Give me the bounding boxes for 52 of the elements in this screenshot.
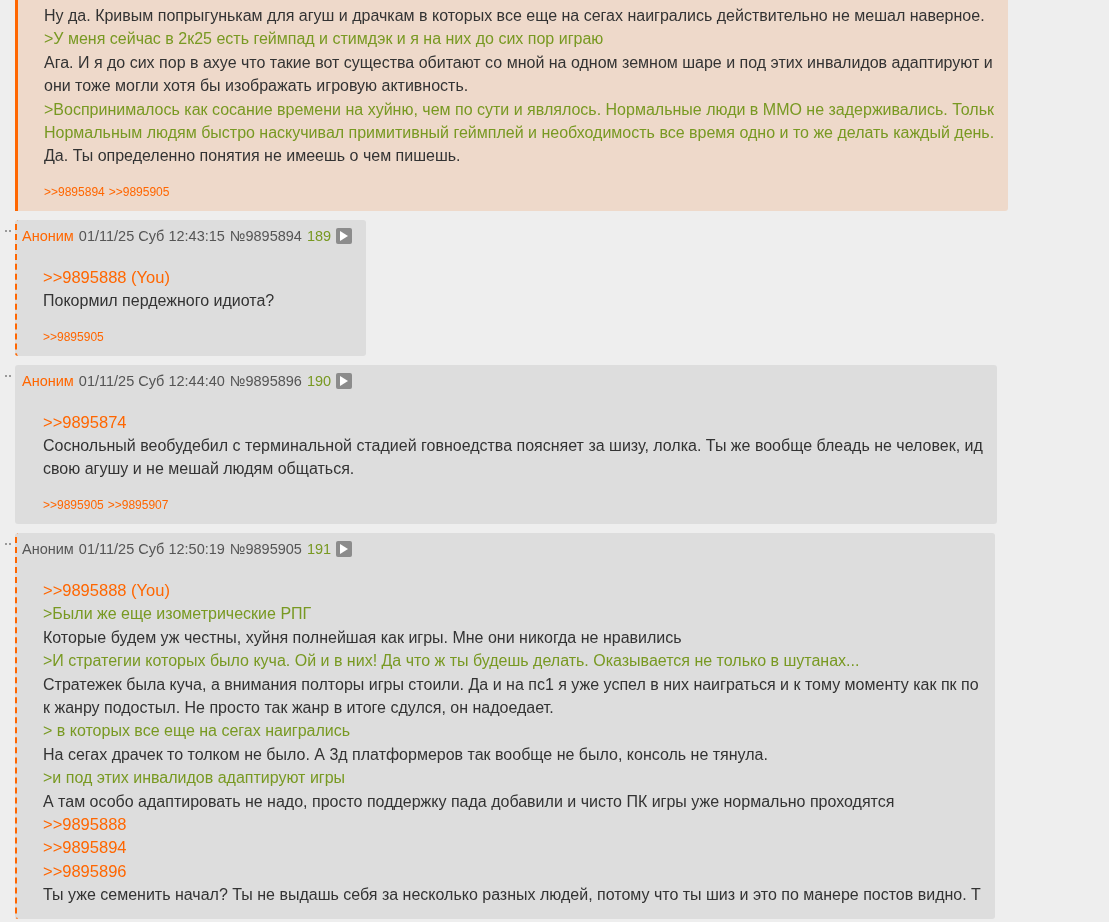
post-date: 01/11/25 Суб 12:44:40: [78, 371, 225, 391]
quote-text: Нормальным людям быстро наскучивал примитивный геймплей и необходимость все время одно и то же делать каждый день.: [44, 123, 995, 144]
post-count: 191: [306, 539, 332, 559]
dots-icon[interactable]: [4, 374, 11, 377]
author-name: Аноним: [22, 226, 74, 246]
reply-link[interactable]: >>9895894: [43, 836, 981, 860]
play-icon: [340, 375, 349, 386]
backlink[interactable]: >>9895905: [43, 497, 104, 512]
play-button[interactable]: [336, 540, 353, 557]
post-text: Соснольный веобудебил с терминальной стадией говноедства поясняет за шизу, лолка. Ты же вообще блеадь не человек, ид: [43, 436, 983, 457]
post-text: Стратежек была куча, а внимания полторы игры стоили. Да и на пс1 я уже успел в них наиграться и к тому моменту как пк по: [43, 674, 980, 695]
post-number[interactable]: №9895905: [229, 538, 302, 559]
post-count: 189: [306, 226, 332, 246]
play-button[interactable]: [336, 372, 353, 389]
post-number[interactable]: №9895894: [229, 225, 302, 246]
post-date: 01/11/25 Суб 12:50:19: [78, 539, 225, 559]
quote-text: >Были же еще изометрические РПГ: [43, 604, 313, 625]
play-icon: [340, 543, 349, 554]
post-text: к жанру подостыл. Не просто так жанр в итоге сдулся, он надоедает.: [43, 697, 555, 718]
post-text: свою агушу и не мешай людям общаться.: [43, 459, 356, 480]
reply-link[interactable]: >>9895888 (You): [43, 578, 981, 603]
post-text: они тоже могли хотя бы изображать игровую активность.: [44, 76, 470, 97]
quote-text: >И стратегии которых было куча. Ой и в них! Да что ж ты будешь делать. Оказывается не только в шутанах...: [43, 651, 861, 672]
post-count: 190: [306, 371, 332, 391]
backlink[interactable]: >>9895905: [108, 184, 170, 199]
reply-link[interactable]: >>9895896: [43, 859, 981, 884]
post-text: На сегах драчек то толком не было. А 3д платформеров так вообще не было, консоль не тянула.: [43, 744, 769, 765]
post-number[interactable]: №9895896: [229, 370, 302, 391]
reply-link[interactable]: >>9895874: [43, 410, 983, 435]
quote-text: >У меня сейчас в 2к25 есть геймпад и стимдэк и я на них до сих пор играю: [44, 29, 605, 50]
play-button[interactable]: [336, 227, 353, 244]
post-date: 01/11/25 Суб 12:43:15: [78, 226, 225, 246]
backlink[interactable]: >>9895905: [43, 329, 104, 344]
dots-icon[interactable]: [4, 229, 11, 232]
quote-text: >и под этих инвалидов адаптируют игры: [43, 768, 347, 789]
quote-text: > в которых все еще на сегах наигрались: [43, 721, 352, 742]
post-text: Которые будем уж честны, хуйня полнейшая как игры. Мне они никогда не нравились: [43, 627, 683, 648]
post-text: Ты уже семенить начал? Ты не выдашь себя за несколько разных людей, потому что ты шиз и это по манере постов видно. Т: [43, 885, 981, 906]
backlink[interactable]: >>9895894: [44, 184, 105, 199]
author-name: Аноним: [22, 371, 74, 391]
post-text: Да. Ты определенно понятия не имеешь о чем пишешь.: [44, 146, 462, 167]
author-name: Аноним: [22, 539, 74, 559]
post-text: Покормил пердежного идиота?: [43, 291, 276, 312]
reply-link[interactable]: >>9895888 (You): [43, 265, 353, 290]
quote-text: >Воспринималось как сосание времени на хуйню, чем по сути и являлось. Нормальные люди в ММО не задерживались. Тольк: [44, 99, 995, 120]
backlink[interactable]: >>9895907: [107, 497, 169, 512]
post-text: Ну да. Кривым попрыгунькам для агуш и драчкам в которых все еще на сегах наигрались действительно не мешал наверное.: [44, 6, 986, 26]
play-icon: [340, 230, 349, 241]
post-text: Ага. И я до сих пор в ахуе что такие вот существа обитают со мной на одном земном шаре и под этих инвалидов адаптируют и: [44, 52, 994, 73]
reply-link[interactable]: >>9895888: [43, 812, 981, 837]
dots-icon[interactable]: [4, 542, 11, 545]
post-text: А там особо адаптировать не надо, просто поддержку пада добавили и чисто ПК игры уже нормально проходятся: [43, 791, 896, 812]
